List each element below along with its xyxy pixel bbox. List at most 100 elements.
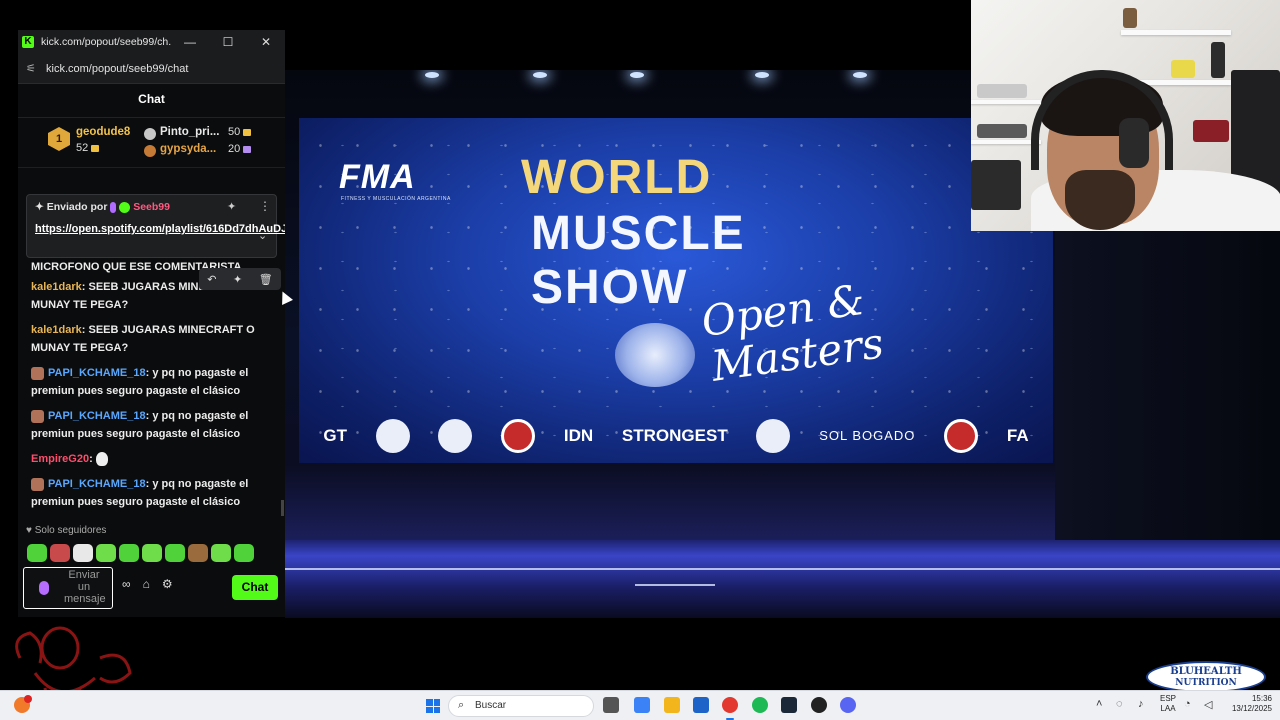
user-avatar-icon <box>31 409 44 423</box>
leader-1-name[interactable]: geodude8 <box>76 126 130 138</box>
microphone-tray-icon[interactable]: ♪ <box>1138 698 1144 710</box>
stage-floor <box>285 540 1280 618</box>
kick-logo-icon: K <box>22 36 34 48</box>
spotify-icon[interactable] <box>752 697 768 713</box>
emote-icon[interactable] <box>211 544 231 562</box>
wifi-icon[interactable]: ◔ <box>1184 698 1191 710</box>
message-username[interactable]: PAPI_KCHAME_18 <box>48 410 146 422</box>
desktop: FMA FITNESS Y MUSCULACIÓN ARGENTINA WORL… <box>0 0 1280 720</box>
infinity-icon[interactable]: ∞ <box>122 577 131 591</box>
pin-icon: ✦ <box>35 201 44 213</box>
stage-light <box>630 72 644 78</box>
chevron-down-icon[interactable]: ⌄ <box>258 229 267 242</box>
chat-message: PAPI_KCHAME_18: y pq no pagaste el premi… <box>31 366 249 397</box>
fma-logo: FMA <box>339 158 416 196</box>
pinned-sender[interactable]: Seeb99 <box>133 201 170 213</box>
pinned-link[interactable]: https://open.spotify.com/playlist/616Dd7… <box>35 221 285 237</box>
verified-badge-icon <box>119 201 131 213</box>
sponsor-fa: FA <box>1006 425 1029 445</box>
emote-icon[interactable] <box>50 544 70 562</box>
language-indicator[interactable]: ESP LAA <box>1160 694 1176 714</box>
task-view-icon[interactable] <box>603 697 619 713</box>
windows-start-icon[interactable] <box>426 699 440 713</box>
message-input[interactable]: Enviar un mensaje <box>23 567 113 609</box>
stage-wall <box>1055 220 1280 550</box>
rank-3-icon <box>144 145 156 157</box>
moderator-badge-icon <box>110 201 117 213</box>
send-chat-button[interactable]: Chat <box>232 575 278 600</box>
emote-icon[interactable] <box>165 544 185 562</box>
sponsor-red-icon <box>944 418 979 453</box>
headset-icon <box>1031 70 1173 170</box>
leader-2-value: 50 <box>228 126 252 138</box>
emote-icon[interactable] <box>119 544 139 562</box>
store-icon[interactable]: ⌂ <box>143 577 150 591</box>
sponsor-circle-icon <box>501 418 536 453</box>
widgets-icon[interactable] <box>634 697 650 713</box>
emote-icon[interactable] <box>73 544 93 562</box>
close-button[interactable]: ✕ <box>247 35 285 49</box>
unpin-icon[interactable]: ✦ <box>227 200 236 213</box>
taskbar-search[interactable]: ⌕ Buscar <box>448 695 594 717</box>
obs-icon[interactable] <box>811 697 827 713</box>
discord-icon[interactable] <box>840 697 856 713</box>
pinned-header: ✦ Enviado por Seeb99 <box>35 201 170 213</box>
message-username[interactable]: EmpireG20 <box>31 453 89 465</box>
taskbar: ⌕ Buscar ˄ ◌ ♪ ESP LAA ◔ ◁ 15:36 13/12/2… <box>0 690 1280 720</box>
leader-3-value: 20 <box>228 143 252 155</box>
message-username[interactable]: PAPI_KCHAME_18 <box>48 367 146 379</box>
clock[interactable]: 15:36 13/12/2025 <box>1222 694 1272 714</box>
minimize-button[interactable]: — <box>171 35 209 49</box>
volume-icon[interactable]: ◁ <box>1204 698 1212 711</box>
reply-icon[interactable]: ↶ <box>207 273 216 286</box>
maximize-button[interactable]: ☐ <box>209 35 247 49</box>
steam-icon[interactable] <box>781 697 797 713</box>
message-username[interactable]: kale1dark <box>31 324 82 336</box>
leader-2-name[interactable]: Pinto_pri... <box>160 126 219 138</box>
microphone-icon[interactable] <box>39 581 49 595</box>
message-list: MICROFONO QUE ESE COMENTARISTA kale1dark… <box>31 258 277 518</box>
chat-message: PAPI_KCHAME_18: y pq no pagaste el premi… <box>31 409 249 440</box>
more-options-icon[interactable]: ⋮ <box>259 199 271 213</box>
store-app-icon[interactable] <box>693 697 709 713</box>
stage-light <box>425 72 439 78</box>
network-icon[interactable]: ◌ <box>1116 698 1123 710</box>
leaderboard: 1 geodude8 52 Pinto_pri... 50 gypsyda...… <box>18 118 285 168</box>
event-emblem <box>615 323 695 387</box>
leader-3-name[interactable]: gypsyda... <box>160 143 216 155</box>
pin-message-icon[interactable]: ✦ <box>233 273 242 286</box>
chat-message: PAPI_KCHAME_18: y pq no pagaste el premi… <box>31 477 249 508</box>
chat-message: EmpireG20: <box>31 450 277 468</box>
pinned-message: ✦ Enviado por Seeb99 ✦ ⋮ https://open.sp… <box>26 194 285 258</box>
fma-subtitle: FITNESS Y MUSCULACIÓN ARGENTINA <box>341 196 451 202</box>
file-explorer-icon[interactable] <box>664 697 680 713</box>
stage-screen: FMA FITNESS Y MUSCULACIÓN ARGENTINA WORL… <box>299 118 1053 463</box>
sponsor-shield-icon <box>756 418 791 453</box>
gear-icon[interactable]: ⚙ <box>162 577 173 591</box>
site-settings-icon[interactable]: ⚟ <box>26 62 46 75</box>
message-username[interactable]: PAPI_KCHAME_18 <box>48 478 146 490</box>
search-placeholder: Buscar <box>475 700 507 711</box>
emote-icon[interactable] <box>96 544 116 562</box>
leader-1-value: 52 <box>76 142 100 154</box>
title-line-1: WORLD <box>521 151 713 204</box>
title-line-2: MUSCLE <box>531 207 746 260</box>
emote-icon[interactable] <box>234 544 254 562</box>
address-bar[interactable]: ⚟ kick.com/popout/seeb99/chat <box>18 54 285 84</box>
notification-icon[interactable] <box>14 695 32 713</box>
emote-icon[interactable] <box>27 544 47 562</box>
chevron-up-icon[interactable]: ˄ <box>1096 698 1102 710</box>
message-placeholder[interactable]: Enviar un mensaje <box>64 569 106 605</box>
window-titlebar[interactable]: K kick.com/popout/seeb99/ch... — ☐ ✕ <box>18 30 285 54</box>
emote-icon[interactable] <box>142 544 162 562</box>
address-url[interactable]: kick.com/popout/seeb99/chat <box>46 63 188 75</box>
emote-icon[interactable] <box>188 544 208 562</box>
message-username[interactable]: kale1dark <box>31 281 82 293</box>
chrome-icon[interactable] <box>722 697 738 720</box>
user-avatar-icon <box>31 366 44 380</box>
chat-popout-window: K kick.com/popout/seeb99/ch... — ☐ ✕ ⚟ k… <box>18 30 285 617</box>
scrollbar[interactable] <box>281 500 284 516</box>
search-icon: ⌕ <box>458 699 465 711</box>
sponsor-dc-icon <box>438 418 473 453</box>
delete-icon[interactable]: 🗑 <box>259 273 273 286</box>
